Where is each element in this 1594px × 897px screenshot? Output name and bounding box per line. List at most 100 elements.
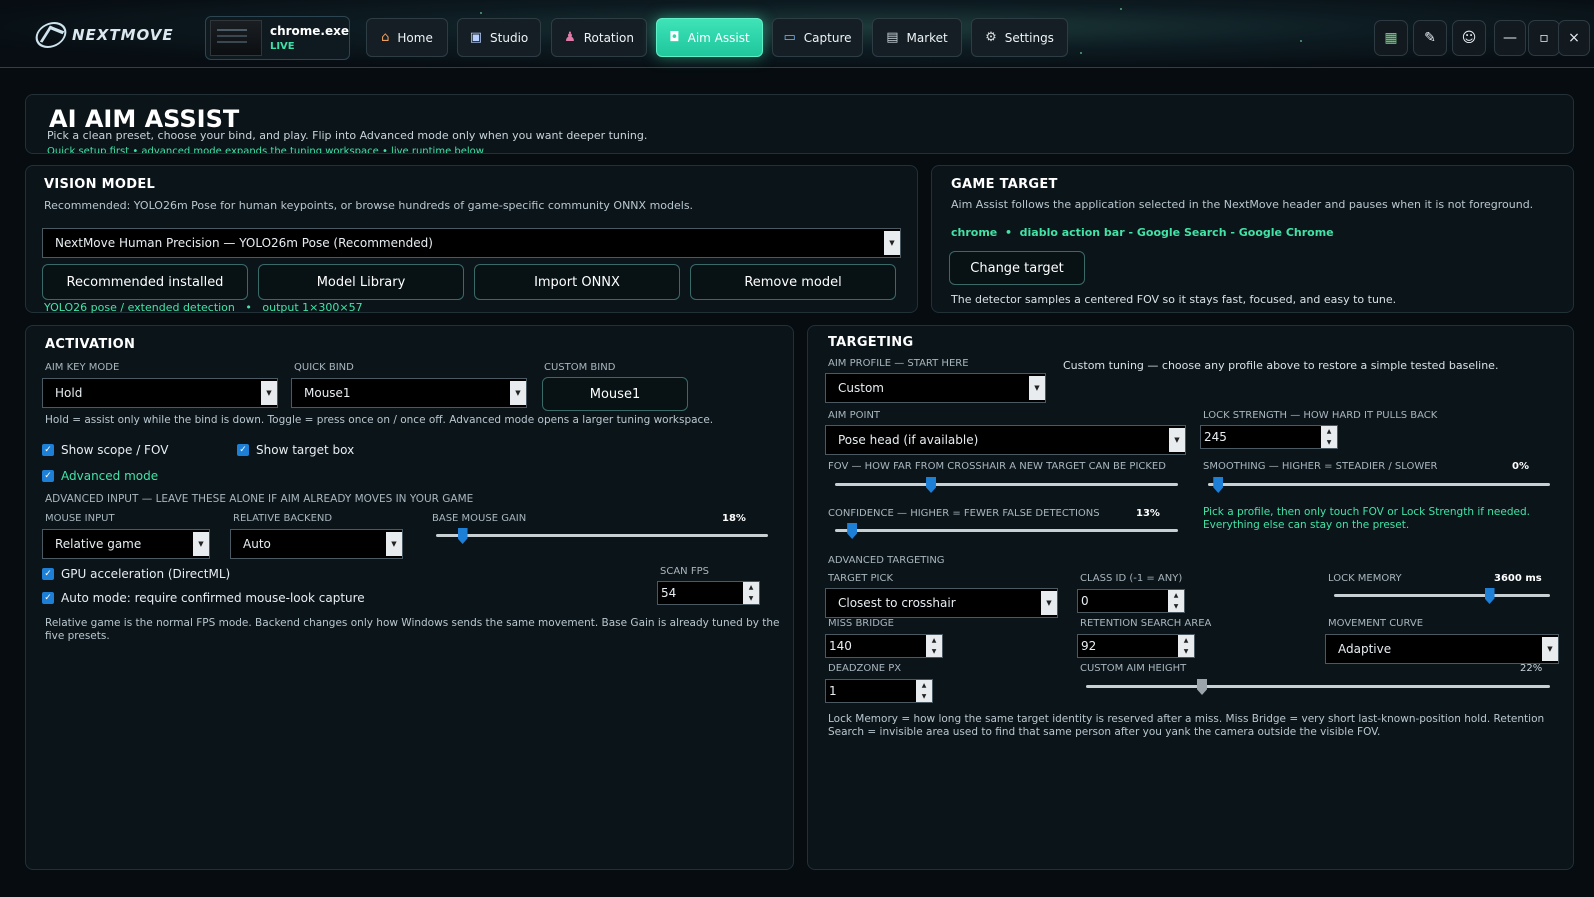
show-target-box-checkbox[interactable]: ✓ Show target box	[237, 443, 354, 457]
background-star	[480, 12, 482, 14]
tab-studio[interactable]: ▣ Studio	[457, 18, 541, 57]
scan-fps-label: SCAN FPS	[660, 566, 709, 577]
advanced-mode-checkbox[interactable]: ✓ Advanced mode	[42, 469, 158, 483]
model-library-button[interactable]: Model Library	[258, 264, 464, 300]
chevron-down-icon: ▼	[1029, 376, 1045, 400]
mouse-input-value: Relative game	[55, 537, 142, 551]
auto-mode-label: Auto mode: require confirmed mouse-look …	[61, 591, 365, 605]
tab-capture[interactable]: ▭ Capture	[772, 18, 863, 57]
scan-fps-value: 54	[661, 586, 677, 600]
tools-button[interactable]: ✎	[1413, 20, 1447, 56]
targeting-footer-2: Search = invisible area used to find tha…	[828, 726, 1381, 738]
maximize-button[interactable]: ▫	[1528, 20, 1560, 56]
slider-thumb[interactable]	[847, 523, 858, 539]
model-status: YOLO26 pose / extended detection • outpu…	[44, 301, 363, 314]
slider-thumb[interactable]	[457, 528, 468, 544]
target-sep: •	[1004, 226, 1012, 239]
background-star	[1080, 52, 1082, 54]
target-window-title: diablo action bar - Google Search - Goog…	[1019, 226, 1334, 239]
account-button[interactable]: ☺	[1452, 20, 1486, 56]
miss-bridge-input[interactable]: 140 ▲ ▼	[825, 634, 943, 658]
aim-point-select[interactable]: Pose head (if available) ▼	[825, 425, 1186, 455]
slider-thumb[interactable]	[1213, 477, 1224, 493]
stepper-icon[interactable]: ▲ ▼	[1321, 426, 1337, 448]
monitor-icon: ▭	[783, 30, 796, 45]
chevron-down-icon: ▼	[261, 381, 277, 405]
stepper-icon[interactable]: ▲ ▼	[916, 680, 932, 702]
lock-strength-input[interactable]: 245 ▲ ▼	[1200, 425, 1338, 449]
mouse-input-select[interactable]: Relative game ▼	[42, 529, 210, 559]
aim-profile-select[interactable]: Custom ▼	[825, 373, 1046, 403]
target-pick-value: Closest to crosshair	[838, 596, 956, 610]
studio-icon: ▣	[469, 30, 483, 45]
close-button[interactable]: ×	[1558, 20, 1590, 56]
lock-memory-slider[interactable]	[1334, 588, 1550, 604]
slider-thumb[interactable]	[926, 477, 937, 493]
confidence-slider[interactable]	[835, 523, 1178, 539]
lock-memory-value: 3600 ms	[1494, 573, 1542, 584]
chevron-down-icon: ▼	[884, 231, 900, 255]
tab-market[interactable]: ▤ Market	[872, 18, 962, 57]
custom-bind-button[interactable]: Mouse1	[542, 377, 688, 411]
base-gain-slider[interactable]	[436, 528, 768, 544]
show-target-box-label: Show target box	[256, 443, 355, 457]
target-pick-select[interactable]: Closest to crosshair ▼	[825, 588, 1058, 618]
process-selector[interactable]: chrome.exe LIVE	[205, 16, 350, 60]
activation-footer: Relative game is the normal FPS mode. Ba…	[45, 617, 780, 629]
targeting-panel: TARGETING AIM PROFILE — START HERE Custo…	[807, 325, 1574, 870]
tab-home[interactable]: ⌂ Home	[366, 18, 448, 57]
slider-thumb[interactable]	[1484, 588, 1495, 604]
stepper-icon[interactable]: ▲ ▼	[1168, 590, 1184, 612]
tab-rotation[interactable]: ♟ Rotation	[551, 18, 647, 57]
class-id-label: CLASS ID (-1 = ANY)	[1080, 573, 1183, 584]
tab-settings[interactable]: ⚙ Settings	[971, 18, 1068, 57]
profile-note: Custom tuning — choose any profile above…	[1063, 359, 1499, 372]
tab-studio-label: Studio	[490, 30, 529, 45]
scan-fps-input[interactable]: 54 ▲ ▼	[657, 581, 760, 605]
stepper-icon[interactable]: ▲ ▼	[1178, 635, 1194, 657]
smoothing-label: SMOOTHING — HIGHER = STEADIER / SLOWER	[1203, 461, 1438, 472]
slider-track	[436, 534, 768, 537]
background-star	[1120, 8, 1122, 10]
slider-track	[835, 529, 1178, 532]
relative-backend-value: Auto	[243, 537, 271, 551]
logo-text: NEXTMOVE	[72, 26, 174, 44]
gpu-accel-checkbox[interactable]: ✓ GPU acceleration (DirectML)	[42, 567, 230, 581]
smoothing-value: 0%	[1512, 461, 1529, 472]
base-gain-value: 18%	[722, 513, 746, 524]
stepper-icon[interactable]: ▲ ▼	[926, 635, 942, 657]
fov-slider[interactable]	[835, 477, 1178, 493]
theme-button[interactable]: ▦	[1374, 20, 1408, 56]
targeting-tip: Pick a profile, then only touch FOV or L…	[1203, 506, 1530, 518]
aim-point-label: AIM POINT	[828, 410, 881, 421]
deadzone-label: DEADZONE PX	[828, 663, 902, 674]
relative-backend-select[interactable]: Auto ▼	[230, 529, 403, 559]
quick-bind-select[interactable]: Mouse1 ▼	[291, 378, 527, 408]
stepper-icon[interactable]: ▲ ▼	[743, 582, 759, 604]
quick-bind-value: Mouse1	[304, 386, 351, 400]
slider-thumb[interactable]	[1197, 679, 1207, 695]
wrench-icon: ✎	[1424, 30, 1436, 46]
confidence-label: CONFIDENCE — HIGHER = FEWER FALSE DETECT…	[828, 508, 1100, 519]
show-scope-checkbox[interactable]: ✓ Show scope / FOV	[42, 443, 168, 457]
custom-aim-slider[interactable]	[1086, 679, 1550, 695]
recommended-installed-button[interactable]: Recommended installed	[42, 264, 248, 300]
vision-model-title: VISION MODEL	[44, 177, 156, 192]
model-select[interactable]: NextMove Human Precision — YOLO26m Pose …	[42, 228, 901, 258]
tab-aim-assist[interactable]: ◘ Aim Assist	[656, 18, 763, 57]
minimize-button[interactable]: —	[1494, 20, 1526, 56]
target-pick-label: TARGET PICK	[828, 573, 893, 584]
class-id-input[interactable]: 0 ▲ ▼	[1077, 589, 1185, 613]
auto-mode-checkbox[interactable]: ✓ Auto mode: require confirmed mouse-loo…	[42, 591, 365, 605]
deadzone-input[interactable]: 1 ▲ ▼	[825, 679, 933, 703]
remove-model-button[interactable]: Remove model	[690, 264, 896, 300]
movement-curve-select[interactable]: Adaptive ▼	[1325, 634, 1559, 664]
change-target-button[interactable]: Change target	[949, 251, 1085, 285]
vision-model-desc: Recommended: YOLO26m Pose for human keyp…	[44, 199, 694, 212]
aim-key-mode-select[interactable]: Hold ▼	[42, 378, 278, 408]
smoothing-slider[interactable]	[1208, 477, 1550, 493]
fov-label: FOV — HOW FAR FROM CROSSHAIR A NEW TARGE…	[828, 461, 1166, 472]
import-onnx-button[interactable]: Import ONNX	[474, 264, 680, 300]
retention-input[interactable]: 92 ▲ ▼	[1077, 634, 1195, 658]
aim-key-mode-label: AIM KEY MODE	[45, 362, 120, 373]
